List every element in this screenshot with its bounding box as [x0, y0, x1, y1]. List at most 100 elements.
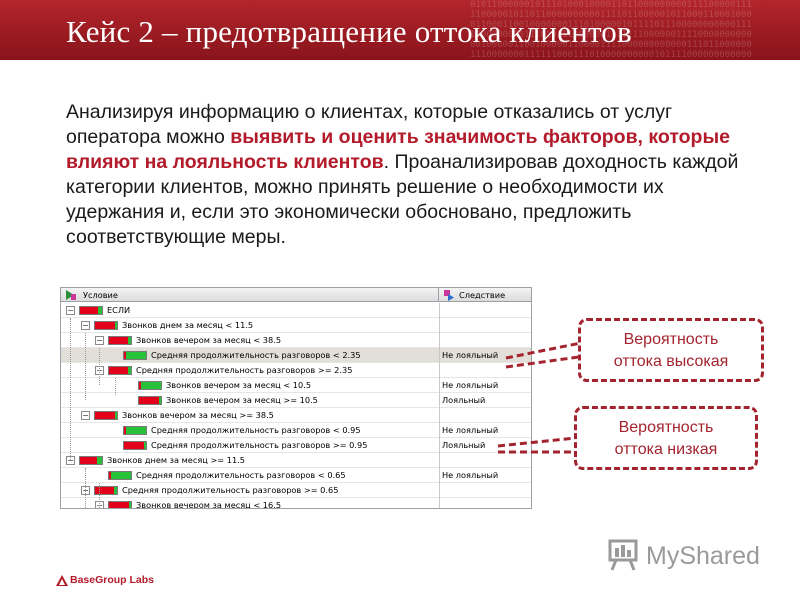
tree-row[interactable]: − Средняя продолжительность разговоров >=…: [61, 363, 531, 378]
tree-row-result: Лояльный: [442, 395, 486, 405]
result-icon: [444, 290, 454, 301]
tree-row-condition: Звонков днем за месяц >= 11.5: [107, 455, 245, 465]
tree-guide-line: [99, 348, 100, 385]
basegroup-logo-icon: [56, 575, 68, 586]
tree-row[interactable]: − Звонков вечером за месяц < 16.5: [61, 498, 531, 509]
column-separator: [439, 333, 440, 348]
collapse-toggle-icon[interactable]: −: [95, 336, 104, 345]
tree-row[interactable]: − Звонков днем за месяц >= 11.5: [61, 453, 531, 468]
decision-tree-panel: Условие Следствие − ЕСЛИ − Звонков днем за …: [60, 287, 532, 509]
column-separator: [439, 453, 440, 468]
column-separator: [439, 393, 440, 408]
column-separator: [439, 468, 440, 483]
tree-row-result: Не лояльный: [442, 350, 499, 360]
tree-guide-line: [115, 378, 116, 395]
tree-row-condition: Звонков вечером за месяц < 38.5: [136, 335, 282, 345]
support-bar: [108, 501, 132, 508]
support-bar: [108, 471, 132, 480]
column-separator: [439, 318, 440, 333]
tree-row-condition: Звонков вечером за месяц >= 38.5: [122, 410, 274, 420]
support-bar-fill: [114, 412, 117, 419]
tree-row[interactable]: Средняя продолжительность разговоров < 2…: [61, 348, 531, 363]
support-bar: [138, 381, 162, 390]
callout-low-line2: оттока низкая: [614, 441, 718, 458]
support-bar-fill: [159, 397, 161, 404]
support-bar: [94, 411, 118, 420]
presentation-board-icon: [608, 539, 638, 571]
tree-row[interactable]: Звонков вечером за месяц < 10.5 Не лояльн…: [61, 378, 531, 393]
column-separator: [439, 438, 440, 453]
intro-paragraph: Анализируя информацию о клиентах, которы…: [66, 100, 766, 250]
tree-row-result: Не лояльный: [442, 380, 499, 390]
support-bar-fill: [140, 382, 161, 389]
tree-row-condition: Звонков вечером за месяц < 16.5: [136, 500, 282, 509]
tree-row-condition: Средняя продолжительность разговоров < 0…: [136, 470, 346, 480]
support-bar-fill: [110, 472, 131, 479]
tree-row[interactable]: Средняя продолжительность разговоров < 0…: [61, 468, 531, 483]
support-bar-fill: [144, 442, 146, 449]
column-separator: [439, 483, 440, 498]
column-separator: [439, 303, 440, 318]
support-bar-fill: [125, 352, 146, 359]
collapse-toggle-icon[interactable]: −: [81, 321, 90, 330]
watermark-text: MyShared: [646, 542, 760, 570]
support-bar: [94, 486, 118, 495]
tree-row[interactable]: − Звонков днем за месяц < 11.5: [61, 318, 531, 333]
support-bar: [123, 441, 147, 450]
callout-high-line2: оттока высокая: [613, 353, 729, 370]
collapse-toggle-icon[interactable]: −: [81, 411, 90, 420]
tree-row-condition: Звонков вечером за месяц >= 10.5: [166, 395, 318, 405]
support-bar-fill: [125, 427, 146, 434]
tree-row[interactable]: Средняя продолжительность разговоров < 0…: [61, 423, 531, 438]
collapse-toggle-icon[interactable]: −: [66, 306, 75, 315]
column-separator: [439, 423, 440, 438]
basegroup-logo-text: BaseGroup Labs: [70, 574, 155, 586]
callout-high-churn: Вероятность оттока высокая: [578, 318, 764, 382]
support-bar: [79, 456, 103, 465]
column-separator: [439, 408, 440, 423]
column-header-result-label: Следствие: [459, 290, 506, 300]
column-header-condition[interactable]: Условие: [61, 288, 439, 302]
support-bar: [123, 426, 147, 435]
tree-guide-line: [99, 483, 100, 508]
support-bar-fill: [97, 307, 102, 314]
column-header-condition-label: Условие: [83, 290, 118, 300]
tree-row-condition: Средняя продолжительность разговоров >= …: [136, 365, 353, 375]
tree-row-result: Не лояльный: [442, 470, 499, 480]
tree-row-condition: Средняя продолжительность разговоров >= …: [122, 485, 339, 495]
tree-row-condition: Средняя продолжительность разговоров >= …: [151, 440, 368, 450]
tree-row-condition: Звонков днем за месяц < 11.5: [122, 320, 254, 330]
callout-low-churn: Вероятность оттока низкая: [574, 406, 758, 470]
column-separator: [439, 378, 440, 393]
myshared-watermark: MyShared: [606, 538, 766, 574]
condition-icon: [66, 290, 76, 300]
support-bar: [123, 351, 147, 360]
support-bar: [79, 306, 103, 315]
support-bar-fill: [128, 367, 131, 374]
tree-row-condition: Звонков вечером за месяц < 10.5: [166, 380, 312, 390]
tree-guide-line: [85, 468, 86, 508]
support-bar: [108, 336, 132, 345]
tree-row-condition: Средняя продолжительность разговоров < 2…: [151, 350, 361, 360]
column-header-result[interactable]: Следствие: [439, 288, 531, 302]
tree-row-condition: ЕСЛИ: [107, 305, 131, 315]
slide-header: 0101100000010111010001000011011000000000…: [0, 0, 800, 60]
support-bar-fill: [114, 322, 117, 329]
support-bar: [138, 396, 162, 405]
support-bar-fill: [128, 502, 131, 508]
tree-row[interactable]: − ЕСЛИ: [61, 303, 531, 318]
tree-header: Условие Следствие: [61, 288, 531, 302]
tree-row[interactable]: Средняя продолжительность разговоров >= …: [61, 438, 531, 453]
tree-row[interactable]: Звонков вечером за месяц >= 10.5 Лояльный: [61, 393, 531, 408]
tree-row-result: Не лояльный: [442, 425, 499, 435]
column-separator: [439, 348, 440, 363]
tree-row[interactable]: − Звонков вечером за месяц >= 38.5: [61, 408, 531, 423]
support-bar-fill: [114, 487, 117, 494]
tree-guide-line: [85, 333, 86, 400]
tree-row-condition: Средняя продолжительность разговоров < 0…: [151, 425, 361, 435]
callout-high-line1: Вероятность: [623, 331, 719, 348]
tree-row[interactable]: − Средняя продолжительность разговоров >=…: [61, 483, 531, 498]
tree-row[interactable]: − Звонков вечером за месяц < 38.5: [61, 333, 531, 348]
support-bar-fill: [96, 457, 102, 464]
column-separator: [439, 363, 440, 378]
